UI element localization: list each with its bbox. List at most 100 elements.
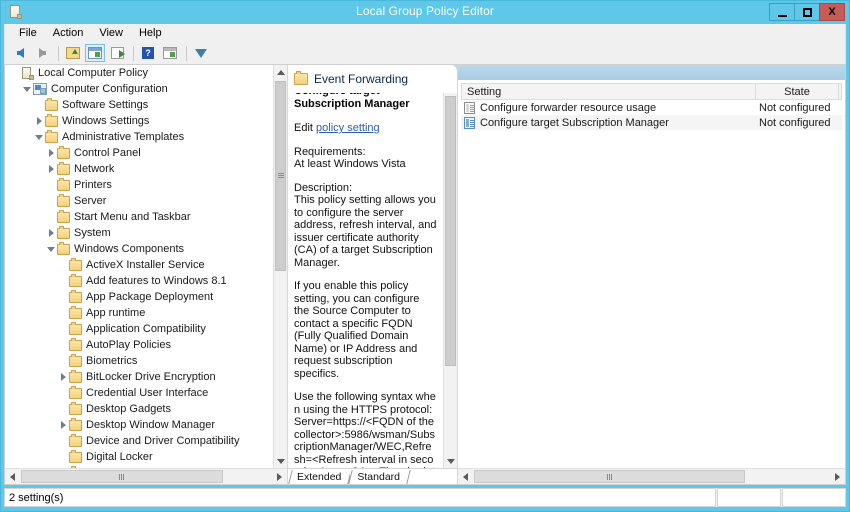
tree-node-windows-components[interactable]: Windows Components (5, 241, 273, 257)
tree-node-bitlocker-drive-encryption[interactable]: BitLocker Drive Encryption (5, 369, 273, 385)
console-tree[interactable]: Local Computer Policy Computer Configurat… (5, 65, 273, 468)
tree-node-printers[interactable]: Printers (5, 177, 273, 193)
console-icon (21, 67, 34, 80)
folder-icon (45, 116, 58, 127)
tree-view-icon (88, 47, 102, 59)
tree-node-desktop-gadgets[interactable]: Desktop Gadgets (5, 401, 273, 417)
tree-node-control-panel[interactable]: Control Panel (5, 145, 273, 161)
tree-node-device-and-driver-compatibility[interactable]: Device and Driver Compatibility (5, 433, 273, 449)
up-one-level-button[interactable] (63, 44, 83, 62)
tree-node-label: BitLocker Drive Encryption (86, 371, 216, 383)
tree-node-administrative-templates[interactable]: Administrative Templates (5, 129, 273, 145)
status-pane-3 (782, 488, 846, 507)
chevron-right-icon (277, 473, 282, 481)
setting-name: Configure forwarder resource usage (480, 102, 656, 114)
minimize-button[interactable] (769, 3, 795, 21)
tree-node-label: AutoPlay Policies (86, 339, 171, 351)
details-vertical-scrollbar[interactable] (443, 80, 457, 468)
policy-setting-link[interactable]: policy setting (316, 122, 380, 134)
tree-vertical-scrollbar[interactable] (273, 65, 287, 468)
tree-node-app-package-deployment[interactable]: App Package Deployment (5, 289, 273, 305)
tree-node-label: ActiveX Installer Service (86, 259, 205, 271)
maximize-button[interactable] (794, 3, 820, 21)
menu-item-file[interactable]: File (11, 25, 45, 41)
tree-node-network[interactable]: Network (5, 161, 273, 177)
export-list-button[interactable] (107, 44, 127, 62)
description-label: Description: (294, 182, 352, 194)
tree-node-label: Desktop Window Manager (86, 419, 215, 431)
properties-button[interactable] (160, 44, 180, 62)
tree-node-label: Computer Configuration (51, 83, 168, 95)
arrow-left-icon (17, 48, 24, 58)
tree-node-biometrics[interactable]: Biometrics (5, 353, 273, 369)
tree-scroll-up-button[interactable] (274, 65, 287, 79)
tab-extended[interactable]: Extended (290, 470, 350, 484)
expand-icon[interactable] (33, 115, 45, 127)
tree-node-app-runtime[interactable]: App runtime (5, 305, 273, 321)
tree-node-local-computer-policy[interactable]: Local Computer Policy (5, 65, 273, 81)
column-header-state[interactable]: State (756, 84, 839, 99)
back-button[interactable] (10, 44, 30, 62)
collapse-icon[interactable] (33, 131, 45, 143)
details-scrollbar-thumb[interactable] (445, 96, 456, 366)
expand-icon[interactable] (57, 371, 69, 383)
setting-name: Configure target Subscription Manager (480, 117, 669, 129)
tree-node-autoplay-policies[interactable]: AutoPlay Policies (5, 337, 273, 353)
details-scroll-down-button[interactable] (444, 454, 457, 468)
expander-placeholder (33, 99, 45, 111)
tree-node-start-menu-and-taskbar[interactable]: Start Menu and Taskbar (5, 209, 273, 225)
expand-icon[interactable] (45, 163, 57, 175)
panes-row: Configure target Subscription Manager Ed… (288, 80, 845, 484)
tree-node-computer-configuration[interactable]: Computer Configuration (5, 81, 273, 97)
tree-node-windows-settings[interactable]: Windows Settings (5, 113, 273, 129)
filter-button[interactable] (191, 44, 211, 62)
list-scroll-left-button[interactable] (458, 469, 473, 484)
tree-scroll-down-button[interactable] (274, 454, 287, 468)
tree-node-add-features-to-windows-8-1[interactable]: Add features to Windows 8.1 (5, 273, 273, 289)
menu-item-action[interactable]: Action (45, 25, 92, 41)
tree-node-desktop-window-manager[interactable]: Desktop Window Manager (5, 417, 273, 433)
tree-horizontal-scrollbar[interactable] (5, 468, 287, 484)
console-tree-pane: Local Computer Policy Computer Configurat… (5, 65, 288, 484)
view-tabs: Extended Standard (288, 468, 457, 484)
list-hscrollbar-thumb[interactable] (474, 470, 745, 483)
close-button[interactable]: X (819, 3, 845, 21)
menu-item-help[interactable]: Help (131, 25, 170, 41)
help-button[interactable]: ? (138, 44, 158, 62)
pane-title: Event Forwarding (314, 72, 408, 86)
folder-icon (294, 73, 308, 85)
tree-node-application-compatibility[interactable]: Application Compatibility (5, 321, 273, 337)
tab-standard[interactable]: Standard (350, 470, 409, 484)
table-row[interactable]: Configure forwarder resource usage Not co… (461, 100, 842, 115)
tree-node-system[interactable]: System (5, 225, 273, 241)
folder-icon (69, 292, 82, 303)
tree-node-digital-locker[interactable]: Digital Locker (5, 449, 273, 465)
tree-scroll-left-button[interactable] (5, 469, 20, 484)
menu-item-view[interactable]: View (91, 25, 131, 41)
tree-node-software-settings[interactable]: Software Settings (5, 97, 273, 113)
tree-node-credential-user-interface[interactable]: Credential User Interface (5, 385, 273, 401)
tree-node-label: Digital Locker (86, 451, 153, 463)
collapse-icon[interactable] (21, 83, 33, 95)
forward-button[interactable] (32, 44, 52, 62)
column-header-setting[interactable]: Setting (462, 84, 756, 99)
folder-icon (57, 228, 70, 239)
tree-scrollbar-thumb[interactable] (275, 81, 286, 271)
policy-setting-icon (464, 102, 475, 114)
expand-icon[interactable] (45, 227, 57, 239)
collapse-icon[interactable] (45, 243, 57, 255)
expand-icon[interactable] (45, 147, 57, 159)
show-hide-console-tree-button[interactable] (85, 44, 105, 62)
expand-icon[interactable] (57, 419, 69, 431)
tree-node-activex-installer-service[interactable]: ActiveX Installer Service (5, 257, 273, 273)
folder-icon (69, 372, 82, 383)
table-row[interactable]: Configure target Subscription ManagerNot… (461, 115, 842, 130)
tree-scroll-right-button[interactable] (272, 469, 287, 484)
expander-placeholder (57, 339, 69, 351)
column-header-extra[interactable] (839, 84, 844, 99)
tree-hscrollbar-thumb[interactable] (21, 470, 223, 483)
cell-state: Not configured (755, 102, 838, 114)
list-horizontal-scrollbar[interactable] (458, 468, 845, 484)
list-scroll-right-button[interactable] (830, 469, 845, 484)
tree-node-server[interactable]: Server (5, 193, 273, 209)
